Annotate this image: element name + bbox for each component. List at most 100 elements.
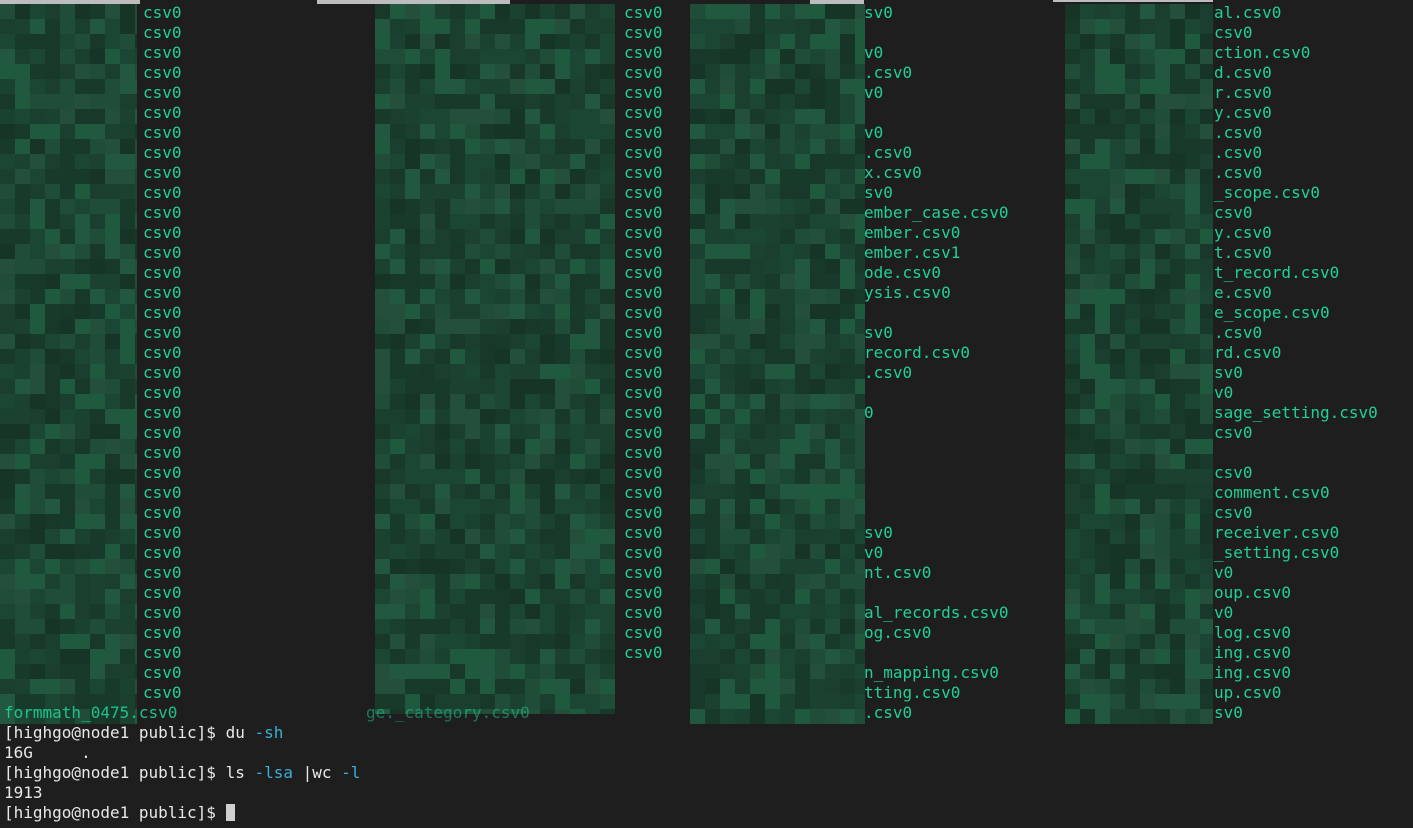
mosaic-cell <box>450 319 465 334</box>
mosaic-cell <box>735 94 750 109</box>
mosaic-cell <box>735 289 750 304</box>
mosaic-cell <box>420 79 435 94</box>
mosaic-cell <box>795 409 810 424</box>
mosaic-cell <box>585 154 600 169</box>
mosaic-cell <box>135 139 137 154</box>
mosaic-cell <box>75 64 90 79</box>
mosaic-cell <box>735 424 750 439</box>
mosaic-cell <box>90 289 105 304</box>
mosaic-cell <box>1095 559 1110 574</box>
mosaic-cell <box>30 619 45 634</box>
mosaic-cell <box>45 364 60 379</box>
command-line[interactable]: [highgo@node1 public]$ <box>4 803 360 823</box>
mosaic-cell <box>1155 229 1170 244</box>
mosaic-cell <box>840 364 855 379</box>
mosaic-cell <box>735 184 750 199</box>
mosaic-cell <box>60 4 75 19</box>
mosaic-cell <box>780 214 795 229</box>
mosaic-cell <box>570 304 585 319</box>
text-cursor[interactable] <box>225 804 235 821</box>
mosaic-cell <box>1095 349 1110 364</box>
mosaic-cell <box>390 4 405 19</box>
mosaic-cell <box>1200 274 1213 289</box>
mosaic-cell <box>60 109 75 124</box>
mosaic-cell <box>390 394 405 409</box>
mosaic-cell <box>810 544 825 559</box>
mosaic-cell <box>60 79 75 94</box>
file-entry: csv0 <box>1214 463 1253 482</box>
mosaic-cell <box>555 244 570 259</box>
mosaic-cell <box>750 349 765 364</box>
mosaic-cell <box>450 289 465 304</box>
mosaic-cell <box>1200 244 1213 259</box>
mosaic-cell <box>420 304 435 319</box>
mosaic-cell <box>90 514 105 529</box>
mosaic-cell <box>105 334 120 349</box>
mosaic-cell <box>1200 169 1213 184</box>
mosaic-cell <box>810 394 825 409</box>
mosaic-cell <box>15 259 30 274</box>
mosaic-cell <box>135 49 137 64</box>
mosaic-cell <box>585 289 600 304</box>
mosaic-cell <box>570 79 585 94</box>
mosaic-cell <box>375 664 390 679</box>
mosaic-cell <box>1065 124 1080 139</box>
mosaic-cell <box>15 139 30 154</box>
mosaic-cell <box>120 334 135 349</box>
mosaic-cell <box>765 559 780 574</box>
mosaic-cell <box>1080 424 1095 439</box>
mosaic-cell <box>390 574 405 589</box>
mosaic-cell <box>450 259 465 274</box>
mosaic-cell <box>810 289 825 304</box>
mosaic-cell <box>1185 484 1200 499</box>
mosaic-cell <box>600 79 615 94</box>
mosaic-cell <box>1170 529 1185 544</box>
mosaic-cell <box>465 109 480 124</box>
mosaic-cell <box>510 394 525 409</box>
mosaic-cell <box>555 274 570 289</box>
file-entry: csv0 <box>624 103 663 122</box>
mosaic-cell <box>480 604 495 619</box>
mosaic-cell <box>495 79 510 94</box>
mosaic-cell <box>690 409 705 424</box>
mosaic-cell <box>420 139 435 154</box>
mosaic-cell <box>1095 544 1110 559</box>
mosaic-cell <box>435 544 450 559</box>
mosaic-cell <box>30 49 45 64</box>
mosaic-cell <box>525 304 540 319</box>
file-entry: csv0 <box>143 23 182 42</box>
mosaic-cell <box>60 169 75 184</box>
mosaic-cell <box>750 379 765 394</box>
mosaic-cell <box>510 499 525 514</box>
mosaic-cell <box>480 454 495 469</box>
mosaic-cell <box>420 664 435 679</box>
mosaic-cell <box>1155 124 1170 139</box>
mosaic-cell <box>540 34 555 49</box>
mosaic-cell <box>30 589 45 604</box>
mosaic-cell <box>15 364 30 379</box>
mosaic-cell <box>705 229 720 244</box>
mosaic-cell <box>780 589 795 604</box>
mosaic-cell <box>825 544 840 559</box>
mosaic-cell <box>465 634 480 649</box>
mosaic-cell <box>795 469 810 484</box>
mosaic-cell <box>600 469 615 484</box>
mosaic-cell <box>1125 409 1140 424</box>
file-entry: csv0 <box>143 63 182 82</box>
mosaic-cell <box>75 484 90 499</box>
mosaic-cell <box>525 514 540 529</box>
mosaic-cell <box>780 139 795 154</box>
mosaic-cell <box>510 4 525 19</box>
mosaic-cell <box>600 529 615 544</box>
mosaic-cell <box>90 349 105 364</box>
mosaic-cell <box>555 484 570 499</box>
mosaic-cell <box>1125 229 1140 244</box>
mosaic-cell <box>840 319 855 334</box>
mosaic-cell <box>735 64 750 79</box>
mosaic-cell <box>720 424 735 439</box>
mosaic-cell <box>750 514 765 529</box>
mosaic-cell <box>45 634 60 649</box>
mosaic-cell <box>795 649 810 664</box>
file-entry: log.csv0 <box>1214 623 1292 642</box>
mosaic-cell <box>540 709 555 714</box>
